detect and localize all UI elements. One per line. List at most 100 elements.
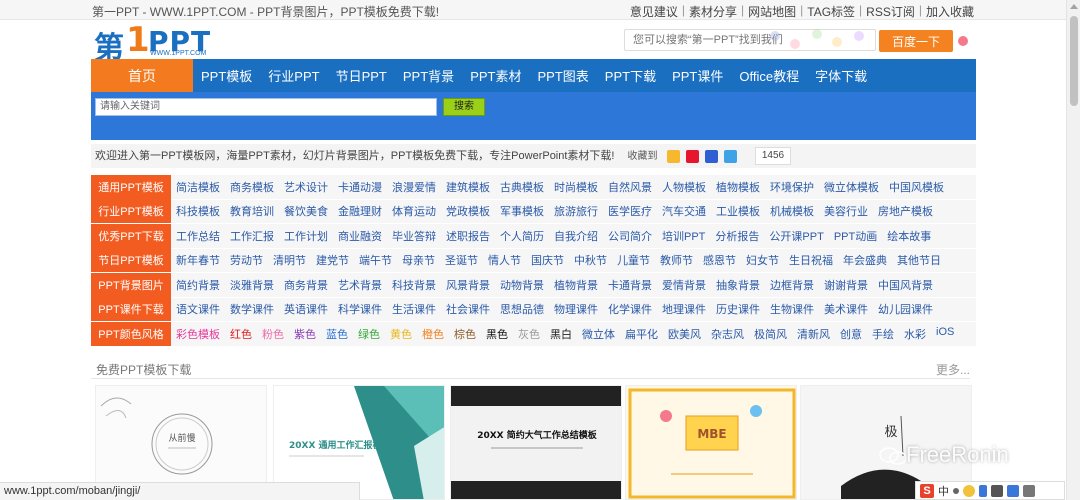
category-link[interactable]: 中国风模板 bbox=[889, 179, 944, 195]
category-link[interactable]: 浪漫爱情 bbox=[392, 179, 436, 195]
category-label[interactable]: 优秀PPT下载 bbox=[91, 223, 171, 248]
category-link[interactable]: 爱情背景 bbox=[662, 277, 706, 293]
category-link[interactable]: 自我介绍 bbox=[554, 228, 598, 244]
category-link[interactable]: 旅游旅行 bbox=[554, 203, 598, 219]
category-link[interactable]: 其他节日 bbox=[897, 252, 941, 268]
category-link[interactable]: 艺术背景 bbox=[338, 277, 382, 293]
toplink-tags[interactable]: TAG标签 bbox=[807, 3, 855, 20]
category-link[interactable]: 母亲节 bbox=[402, 252, 435, 268]
nav-font-download[interactable]: 字体下载 bbox=[807, 66, 875, 85]
category-link[interactable]: 建筑模板 bbox=[446, 179, 490, 195]
category-link[interactable]: 商业融资 bbox=[338, 228, 382, 244]
category-link[interactable]: 语文课件 bbox=[176, 301, 220, 317]
category-link[interactable]: 微立体模板 bbox=[824, 179, 879, 195]
nav-ppt-download[interactable]: PPT下载 bbox=[597, 66, 664, 85]
category-link[interactable]: 汽车交通 bbox=[662, 203, 706, 219]
scrollbar-thumb[interactable] bbox=[1070, 16, 1078, 106]
category-link[interactable]: 生物课件 bbox=[770, 301, 814, 317]
category-link[interactable]: 简洁模板 bbox=[176, 179, 220, 195]
category-link[interactable]: 历史课件 bbox=[716, 301, 760, 317]
category-link[interactable]: 思想品德 bbox=[500, 301, 544, 317]
category-link[interactable]: 军事模板 bbox=[500, 203, 544, 219]
category-link[interactable]: 生日祝福 bbox=[789, 252, 833, 268]
punctuation-icon[interactable] bbox=[953, 487, 959, 494]
category-label[interactable]: PPT颜色风格 bbox=[91, 321, 171, 346]
category-link[interactable]: iOS bbox=[936, 326, 954, 342]
nav-home[interactable]: 首页 bbox=[91, 59, 193, 92]
site-logo[interactable]: 第 1 PPT WWW.1PPT.COM bbox=[94, 20, 234, 66]
category-link[interactable]: 美容行业 bbox=[824, 203, 868, 219]
baidu-icon[interactable] bbox=[704, 149, 718, 163]
category-link[interactable]: 谢谢背景 bbox=[824, 277, 868, 293]
category-link[interactable]: 感恩节 bbox=[703, 252, 736, 268]
microphone-icon[interactable] bbox=[979, 484, 987, 497]
category-label[interactable]: PPT课件下载 bbox=[91, 297, 171, 322]
category-link[interactable]: 科学课件 bbox=[338, 301, 382, 317]
category-link[interactable]: 手绘 bbox=[872, 326, 894, 342]
category-link[interactable]: 工业模板 bbox=[716, 203, 760, 219]
nav-industry-ppt[interactable]: 行业PPT bbox=[260, 66, 327, 85]
category-link[interactable]: 情人节 bbox=[488, 252, 521, 268]
keyword-search-button[interactable]: 搜索 bbox=[443, 98, 485, 116]
category-link[interactable]: 扁平化 bbox=[625, 326, 658, 342]
category-link[interactable]: 建党节 bbox=[316, 252, 349, 268]
close-icon[interactable] bbox=[958, 36, 968, 46]
category-link[interactable]: 科技背景 bbox=[392, 277, 436, 293]
category-link[interactable]: 工作计划 bbox=[284, 228, 328, 244]
category-link[interactable]: 公司简介 bbox=[608, 228, 652, 244]
category-link[interactable]: 黑白 bbox=[550, 326, 572, 342]
category-link[interactable]: 中秋节 bbox=[574, 252, 607, 268]
category-link[interactable]: 公开课PPT bbox=[769, 228, 823, 244]
category-link[interactable]: 毕业答辩 bbox=[392, 228, 436, 244]
ime-language[interactable]: 中 bbox=[938, 483, 949, 499]
category-link[interactable]: 金融理财 bbox=[338, 203, 382, 219]
category-link[interactable]: 科技模板 bbox=[176, 203, 220, 219]
category-link[interactable]: 儿童节 bbox=[617, 252, 650, 268]
category-link[interactable]: 人物模板 bbox=[662, 179, 706, 195]
more-link[interactable]: 更多... bbox=[936, 361, 970, 378]
category-link[interactable]: 地理课件 bbox=[662, 301, 706, 317]
category-link[interactable]: 个人简历 bbox=[500, 228, 544, 244]
category-link[interactable]: 化学课件 bbox=[608, 301, 652, 317]
share-icon[interactable] bbox=[723, 149, 737, 163]
category-link[interactable]: 新年春节 bbox=[176, 252, 220, 268]
category-link[interactable]: 蓝色 bbox=[326, 326, 348, 342]
toplink-rss[interactable]: RSS订阅 bbox=[866, 3, 915, 20]
category-link[interactable]: 房地产模板 bbox=[878, 203, 933, 219]
category-link[interactable]: 艺术设计 bbox=[284, 179, 328, 195]
category-link[interactable]: 餐饮美食 bbox=[284, 203, 328, 219]
category-link[interactable]: 清新风 bbox=[797, 326, 830, 342]
category-link[interactable]: 体育运动 bbox=[392, 203, 436, 219]
category-link[interactable]: 医学医疗 bbox=[608, 203, 652, 219]
template-thumbnail[interactable]: MBE bbox=[625, 385, 797, 500]
weibo-icon[interactable] bbox=[685, 149, 699, 163]
category-label[interactable]: 通用PPT模板 bbox=[91, 174, 171, 199]
category-link[interactable]: 商务背景 bbox=[284, 277, 328, 293]
nav-ppt-backgrounds[interactable]: PPT背景 bbox=[395, 66, 462, 85]
category-link[interactable]: 清明节 bbox=[273, 252, 306, 268]
keyboard-icon[interactable] bbox=[991, 484, 1003, 497]
category-link[interactable]: 环境保护 bbox=[770, 179, 814, 195]
category-link[interactable]: 边框背景 bbox=[770, 277, 814, 293]
category-link[interactable]: 中国风背景 bbox=[878, 277, 933, 293]
scroll-up-arrow-icon[interactable] bbox=[1070, 4, 1078, 9]
category-link[interactable]: 劳动节 bbox=[230, 252, 263, 268]
category-label[interactable]: PPT背景图片 bbox=[91, 272, 171, 297]
category-link[interactable]: 美术课件 bbox=[824, 301, 868, 317]
category-link[interactable]: 绿色 bbox=[358, 326, 380, 342]
category-link[interactable]: 幼儿园课件 bbox=[878, 301, 933, 317]
category-link[interactable]: 机械模板 bbox=[770, 203, 814, 219]
keyword-input[interactable]: 请输入关键词 bbox=[95, 98, 437, 116]
qzone-icon[interactable] bbox=[666, 149, 680, 163]
category-link[interactable]: 简约背景 bbox=[176, 277, 220, 293]
vertical-scrollbar[interactable] bbox=[1066, 0, 1080, 500]
category-link[interactable]: 微立体 bbox=[582, 326, 615, 342]
category-link[interactable]: 自然风景 bbox=[608, 179, 652, 195]
category-link[interactable]: 彩色模板 bbox=[176, 326, 220, 342]
grid-icon[interactable] bbox=[1023, 484, 1035, 497]
category-link[interactable]: 数学课件 bbox=[230, 301, 274, 317]
category-link[interactable]: 时尚模板 bbox=[554, 179, 598, 195]
category-link[interactable]: 淡雅背景 bbox=[230, 277, 274, 293]
category-link[interactable]: 社会课件 bbox=[446, 301, 490, 317]
nav-ppt-courseware[interactable]: PPT课件 bbox=[664, 66, 731, 85]
